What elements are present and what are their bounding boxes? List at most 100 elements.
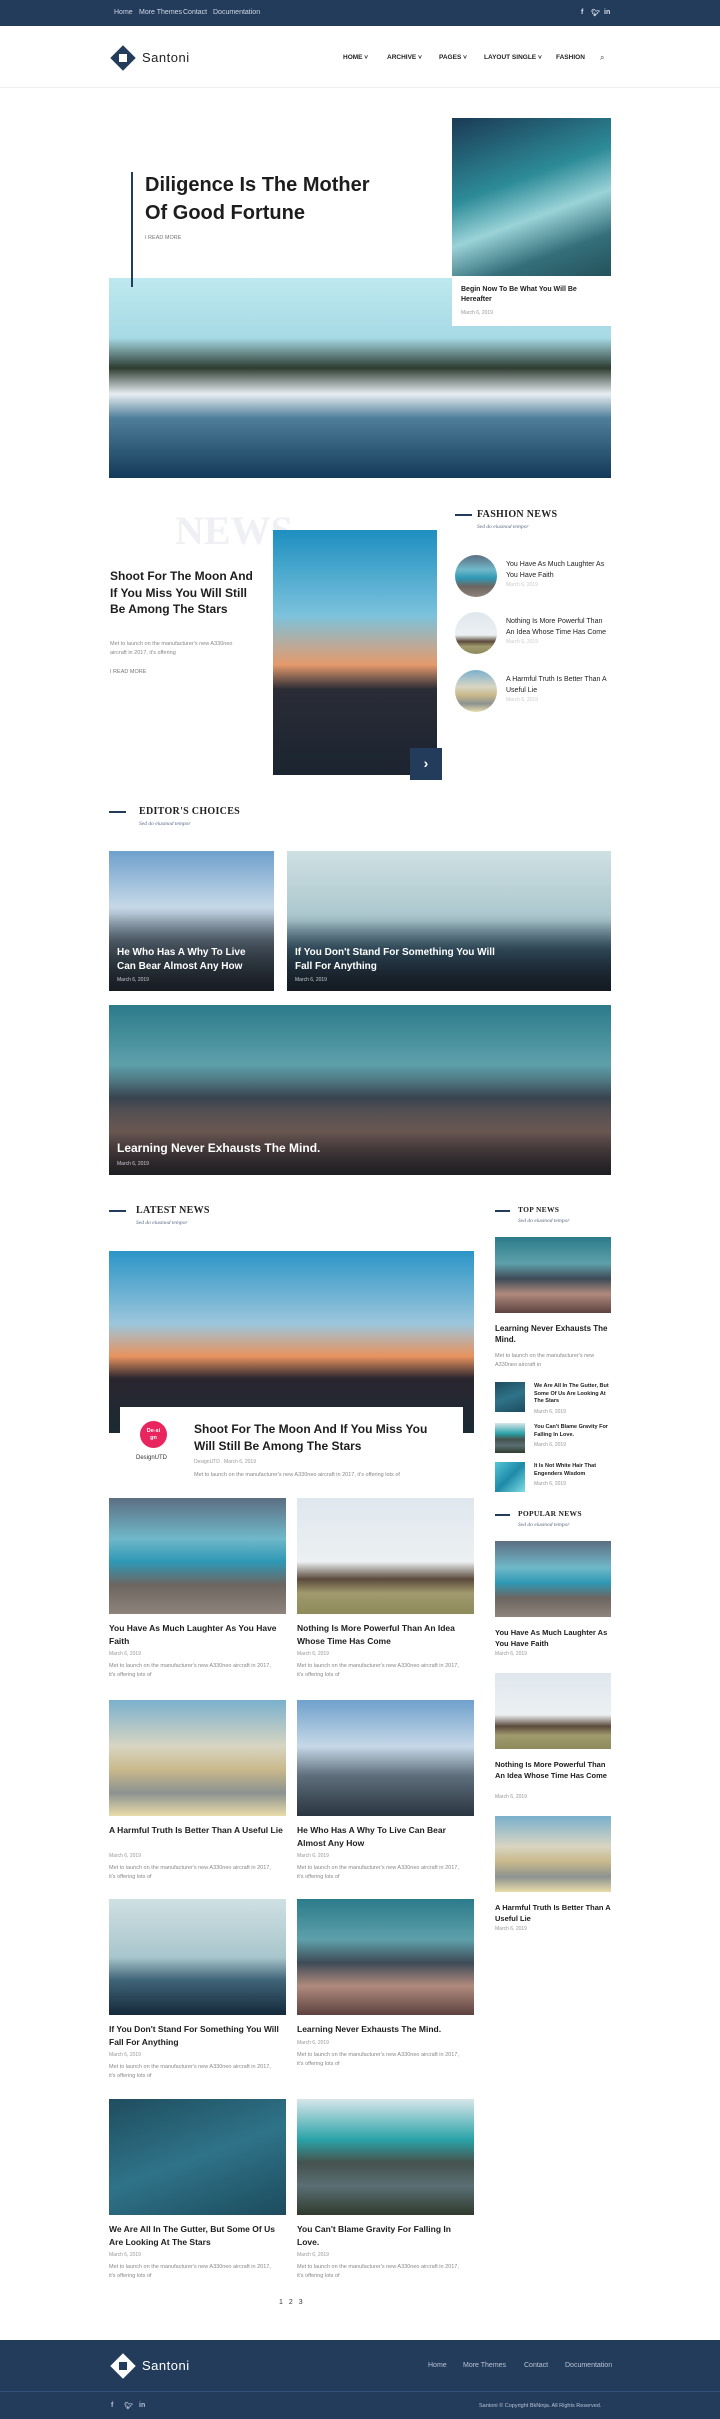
top-news-item-title[interactable]: We Are All In The Gutter, But Some Of Us…: [534, 1383, 612, 1406]
nav-pages[interactable]: PAGES ˅: [439, 54, 467, 61]
post-image[interactable]: [297, 1700, 474, 1816]
top-news-image[interactable]: [495, 1237, 611, 1313]
latest-main-title[interactable]: Shoot For The Moon And If You Miss You W…: [194, 1421, 444, 1455]
post-title[interactable]: He Who Has A Why To Live Can Bear Almost…: [297, 1824, 475, 1849]
post-title[interactable]: You Can't Blame Gravity For Falling In L…: [297, 2223, 475, 2248]
nav-archive[interactable]: ARCHIVE ˅: [387, 54, 422, 61]
feature-read-more[interactable]: I READ MORE: [110, 669, 146, 675]
latest-main-caption: De-sign DesignUTD Shoot For The Moon And…: [120, 1407, 463, 1492]
fashion-item-title[interactable]: You Have As Much Laughter As You Have Fa…: [506, 559, 612, 581]
editor-card[interactable]: He Who Has A Why To Live Can Bear Almost…: [109, 851, 274, 991]
popular-title[interactable]: Nothing Is More Powerful Than An Idea Wh…: [495, 1759, 611, 1781]
twitter-icon[interactable]: 🐦︎: [591, 9, 600, 17]
latest-main-image[interactable]: [109, 1251, 474, 1433]
author-name[interactable]: DesignUTD: [136, 1455, 167, 1461]
top-news-thumb[interactable]: [495, 1423, 525, 1453]
hero-accent-line: [131, 172, 133, 287]
post-image[interactable]: [109, 1498, 286, 1614]
hero-title[interactable]: Diligence Is The Mother Of Good Fortune: [145, 171, 385, 227]
next-slide-button[interactable]: ›: [410, 748, 442, 780]
post-excerpt: Met to launch on the manufacturer's new …: [109, 2064, 271, 2079]
top-news-item-date: March 6, 2019: [534, 1481, 566, 1487]
post-date: March 6, 2019: [109, 2052, 141, 2058]
post-date: March 6, 2019: [297, 1853, 329, 1859]
hero-read-more[interactable]: I READ MORE: [145, 235, 181, 241]
top-link-home[interactable]: Home: [114, 9, 133, 16]
footer-linkedin-icon[interactable]: in: [139, 2402, 145, 2409]
editor-card[interactable]: Learning Never Exhausts The Mind. March …: [109, 1005, 611, 1175]
footer-brand[interactable]: Santoni: [142, 2358, 190, 2373]
top-news-item-title[interactable]: It Is Not White Hair That Engenders Wisd…: [534, 1463, 612, 1478]
fashion-item-thumb[interactable]: [455, 612, 497, 654]
popular-title[interactable]: You Have As Much Laughter As You Have Fa…: [495, 1627, 611, 1649]
fashion-item-title[interactable]: Nothing Is More Powerful Than An Idea Wh…: [506, 616, 612, 638]
author-avatar[interactable]: De-sign: [140, 1421, 167, 1448]
top-news-thumb[interactable]: [495, 1382, 525, 1412]
linkedin-icon[interactable]: in: [604, 9, 610, 16]
post-title[interactable]: You Have As Much Laughter As You Have Fa…: [109, 1622, 287, 1647]
nav-layout-single[interactable]: LAYOUT SINGLE ˅: [484, 54, 542, 61]
feature-title[interactable]: Shoot For The Moon And If You Miss You W…: [110, 568, 260, 618]
page-3[interactable]: 3: [299, 2299, 303, 2306]
brand-name[interactable]: Santoni: [142, 50, 190, 65]
top-news-thumb[interactable]: [495, 1462, 525, 1492]
editor-card[interactable]: If You Don't Stand For Something You Wil…: [287, 851, 611, 991]
footer-link-documentation[interactable]: Documentation: [565, 2362, 612, 2369]
fashion-item-thumb[interactable]: [455, 555, 497, 597]
top-bar: Home More Themes Contact Documentation f…: [0, 0, 720, 26]
post-title[interactable]: Learning Never Exhausts The Mind.: [297, 2023, 475, 2036]
top-news-main-title[interactable]: Learning Never Exhausts The Mind.: [495, 1323, 611, 1345]
post-title[interactable]: Nothing Is More Powerful Than An Idea Wh…: [297, 1622, 475, 1647]
post-image[interactable]: [297, 1899, 474, 2015]
footer-link-more-themes[interactable]: More Themes: [463, 2362, 506, 2369]
search-icon[interactable]: ⌕: [600, 53, 604, 63]
post-image[interactable]: [109, 1700, 286, 1816]
popular-date: March 6, 2019: [495, 1794, 527, 1800]
page-1[interactable]: 1: [279, 2299, 283, 2306]
editor-card-title[interactable]: Learning Never Exhausts The Mind.: [117, 1141, 320, 1155]
editor-card-title[interactable]: If You Don't Stand For Something You Wil…: [295, 946, 495, 974]
section-line: [109, 1210, 126, 1212]
latest-subtitle: Sed do eiusmod tempor: [136, 1220, 188, 1226]
top-link-contact[interactable]: Contact: [183, 9, 207, 16]
post-date: March 6, 2019: [297, 1651, 329, 1657]
footer-twitter-icon[interactable]: 🐦︎: [124, 2402, 133, 2410]
fashion-item-thumb[interactable]: [455, 670, 497, 712]
fashion-item-date: March 6, 2019: [506, 697, 538, 703]
footer-link-home[interactable]: Home: [428, 2362, 447, 2369]
top-news-excerpt: Met to launch on the manufacturer's new …: [495, 1353, 595, 1368]
facebook-icon[interactable]: f: [581, 9, 583, 16]
editor-card-date: March 6, 2019: [295, 977, 327, 983]
hero-side-image[interactable]: [452, 118, 611, 276]
feature-image[interactable]: [273, 530, 437, 775]
nav-fashion[interactable]: FASHION: [556, 54, 585, 61]
post-image[interactable]: [297, 2099, 474, 2215]
fashion-item-title[interactable]: A Harmful Truth Is Better Than A Useful …: [506, 674, 612, 696]
post-image[interactable]: [109, 1899, 286, 2015]
post-image[interactable]: [297, 1498, 474, 1614]
popular-image[interactable]: [495, 1673, 611, 1749]
post-date: March 6, 2019: [297, 2039, 329, 2046]
post-title[interactable]: We Are All In The Gutter, But Some Of Us…: [109, 2223, 287, 2248]
footer-link-contact[interactable]: Contact: [524, 2362, 548, 2369]
popular-image[interactable]: [495, 1541, 611, 1617]
post-title[interactable]: A Harmful Truth Is Better Than A Useful …: [109, 1824, 287, 1837]
post-title[interactable]: If You Don't Stand For Something You Wil…: [109, 2023, 287, 2048]
editors-title: EDITOR'S CHOICES: [139, 806, 241, 817]
popular-title[interactable]: A Harmful Truth Is Better Than A Useful …: [495, 1902, 611, 1924]
footer-facebook-icon[interactable]: f: [111, 2402, 113, 2409]
top-link-more-themes[interactable]: More Themes: [139, 9, 182, 16]
fashion-item-date: March 6, 2019: [506, 639, 538, 645]
editor-card-title[interactable]: He Who Has A Why To Live Can Bear Almost…: [117, 946, 267, 974]
page-2[interactable]: 2: [289, 2299, 293, 2306]
hero-side-date: March 6, 2019: [461, 310, 493, 316]
section-line: [495, 1210, 510, 1212]
top-news-item-title[interactable]: You Can't Blame Gravity For Falling In L…: [534, 1424, 612, 1439]
popular-image[interactable]: [495, 1816, 611, 1892]
feature-excerpt: Met to launch on the manufacturer's new …: [110, 641, 233, 656]
hero-side-title[interactable]: Begin Now To Be What You Will Be Hereaft…: [461, 285, 601, 305]
nav-home[interactable]: HOME ˅: [343, 54, 368, 61]
post-image[interactable]: [109, 2099, 286, 2215]
top-link-documentation[interactable]: Documentation: [213, 9, 260, 16]
pagination: 1 2 3: [279, 2299, 303, 2306]
